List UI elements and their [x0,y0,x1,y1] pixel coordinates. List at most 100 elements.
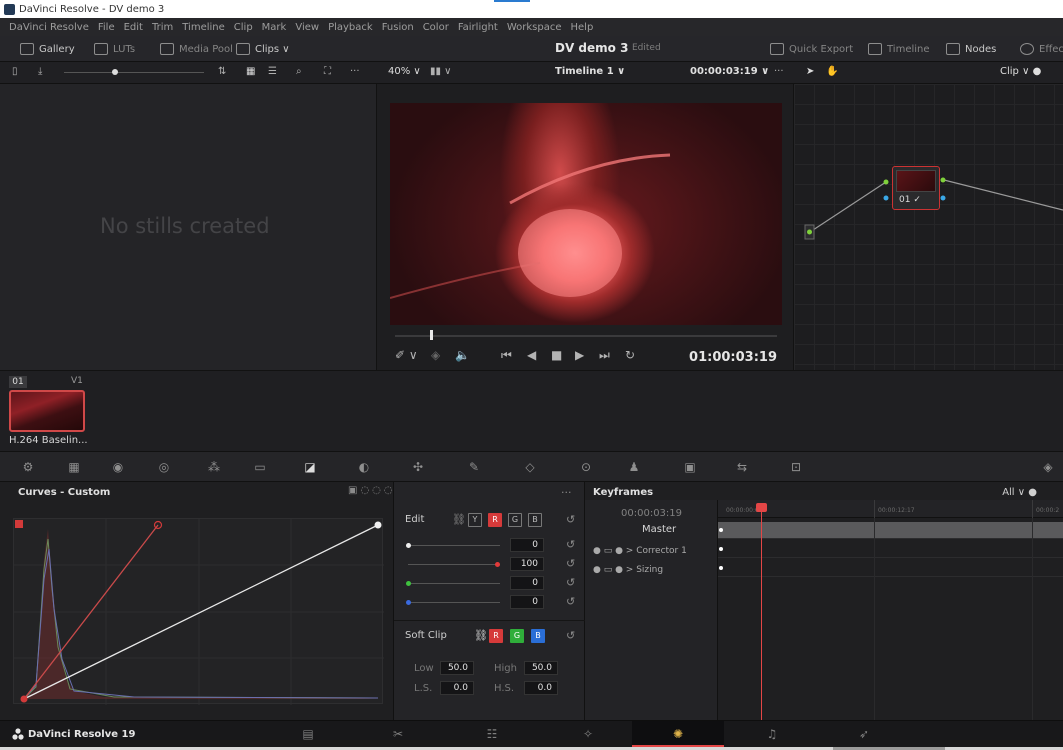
soft-clip-r-button[interactable]: R [489,629,503,643]
eyedropper-icon[interactable]: ✎ [466,460,482,474]
keyframes-ruler[interactable]: 00:00:00:00 00:00:12:17 00:00:2 [718,500,1063,518]
qualifier-icon[interactable]: ✣ [410,460,426,474]
camera-raw-icon[interactable]: ⚙ [20,460,36,474]
sizing-icon[interactable]: ⊡ [788,460,804,474]
menu-item[interactable]: Trim [152,22,173,33]
channel-y-button[interactable]: Y [468,513,482,527]
timeline-button[interactable]: Timeline [868,41,930,57]
thumbnail-size-slider[interactable] [64,72,204,73]
ls-value[interactable]: 0.0 [440,681,474,695]
g-reset-icon[interactable]: ↺ [566,576,575,589]
menu-item[interactable]: View [295,22,319,33]
menu-item[interactable]: Fairlight [458,22,498,33]
loop-icon[interactable]: ↻ [625,348,635,362]
deliver-page-icon[interactable]: ➶ [856,727,872,743]
color-match-icon[interactable]: ▦ [66,460,82,474]
keyframe-marker[interactable] [719,528,723,532]
soft-clip-g-button[interactable]: G [510,629,524,643]
color-warper-icon[interactable]: ◐ [356,460,372,474]
g-slider-knob[interactable] [406,581,411,586]
r-reset-icon[interactable]: ↺ [566,557,575,570]
cut-page-icon[interactable]: ✂ [390,727,406,743]
skip-end-icon[interactable]: ⏭ [599,348,610,363]
step-back-icon[interactable]: ◀ [527,348,536,362]
clip-mode-select[interactable]: Clip ∨ ● [1000,66,1041,77]
menu-item[interactable]: Fusion [382,22,414,33]
r-slider[interactable] [408,564,500,565]
search-icon[interactable]: ⌕ [296,66,302,77]
magic-mask-icon[interactable]: ♟ [626,460,642,474]
key-icon[interactable]: ⇆ [734,460,750,474]
keyframe-row[interactable]: ● ▭ ● > Sizing [593,565,663,575]
keyframes-master[interactable]: Master [642,524,676,535]
menu-item[interactable]: Playback [328,22,373,33]
pointer-icon[interactable]: ➤ [806,66,814,77]
quick-export-button[interactable]: Quick Export [770,41,853,57]
channel-r-button[interactable]: R [488,513,502,527]
panel-toggle-icon[interactable]: ▯ [12,66,18,77]
r-slider-knob[interactable] [495,562,500,567]
corrector-node[interactable]: 01 ✓ [892,166,940,210]
keyframe-marker[interactable] [719,547,723,551]
fusion-page-icon[interactable]: ✧ [580,727,596,743]
link-icon[interactable]: ⛓ [452,513,466,526]
y-value[interactable]: 0 [510,538,544,552]
soft-clip-b-button[interactable]: B [531,629,545,643]
primaries-icon[interactable]: ◉ [110,460,126,474]
more-options-icon[interactable]: ··· [350,66,360,77]
b-reset-icon[interactable]: ↺ [566,595,575,608]
hdr-icon[interactable]: ◎ [156,460,172,474]
edit-page-icon[interactable]: ☷ [484,727,500,743]
soft-clip-link-icon[interactable]: ⛓ [474,629,488,642]
node-editor[interactable]: 01 ✓ [794,84,1063,370]
b-value[interactable]: 0 [510,595,544,609]
high-value[interactable]: 50.0 [524,661,558,675]
soft-clip-reset-icon[interactable]: ↺ [566,629,575,642]
viewer-scrubber[interactable] [395,335,777,337]
keyframes-filter[interactable]: All ∨ ● [1002,487,1037,498]
clip-thumbnail[interactable] [9,390,85,432]
menu-item[interactable]: Edit [124,22,143,33]
effects-button[interactable]: Effec [1020,41,1063,57]
layers-icon[interactable]: ◈ [431,348,440,362]
expand-icon[interactable]: ⛶ [324,66,331,77]
media-page-icon[interactable]: ▤ [300,727,316,743]
grid-view-icon[interactable]: ▦ [246,66,255,77]
zoom-select[interactable]: 40% ∨ [388,66,421,77]
skip-start-icon[interactable]: ⏮ [501,348,512,363]
clips-button[interactable]: Clips ∨ [236,41,290,57]
y-slider[interactable] [408,545,500,546]
playhead-handle[interactable] [756,503,767,512]
gallery-button[interactable]: Gallery [20,41,75,57]
b-slider[interactable] [408,602,500,603]
viewer-more-icon[interactable]: ··· [774,66,784,77]
channel-g-button[interactable]: G [508,513,522,527]
list-view-icon[interactable]: ☰ [268,66,277,77]
tracker-icon[interactable]: ⊙ [578,460,594,474]
menu-item[interactable]: Clip [234,22,253,33]
menu-item[interactable]: DaVinci Resolve [9,22,89,33]
blur-icon[interactable]: ▣ [682,460,698,474]
stop-icon[interactable]: ■ [551,348,562,362]
play-icon[interactable]: ▶ [575,348,584,362]
slider-knob[interactable] [112,69,118,75]
g-value[interactable]: 0 [510,576,544,590]
sort-icon[interactable]: ⇅ [218,66,226,77]
y-reset-icon[interactable]: ↺ [566,538,575,551]
media-pool-button[interactable]: Media Pool [160,41,233,57]
hand-icon[interactable]: ✋ [826,66,838,77]
color-page-tab[interactable]: ✺ [632,721,724,747]
grab-still-icon[interactable]: ⤓ [38,66,42,77]
window-icon[interactable]: ◇ [522,460,538,474]
curves-icon[interactable]: ◪ [302,460,318,474]
luts-button[interactable]: LUTs [94,41,135,57]
edit-reset-icon[interactable]: ↺ [566,513,575,526]
timeline-select[interactable]: Timeline 1 ∨ [555,66,625,77]
nodes-button[interactable]: Nodes [946,41,996,57]
master-keyframe-bar[interactable] [718,522,1063,538]
keyframes-toggle-icon[interactable]: ◈ [1040,460,1056,474]
hs-value[interactable]: 0.0 [524,681,558,695]
g-slider[interactable] [408,583,500,584]
keyframes-playhead[interactable] [761,506,762,720]
menu-item[interactable]: Color [423,22,449,33]
